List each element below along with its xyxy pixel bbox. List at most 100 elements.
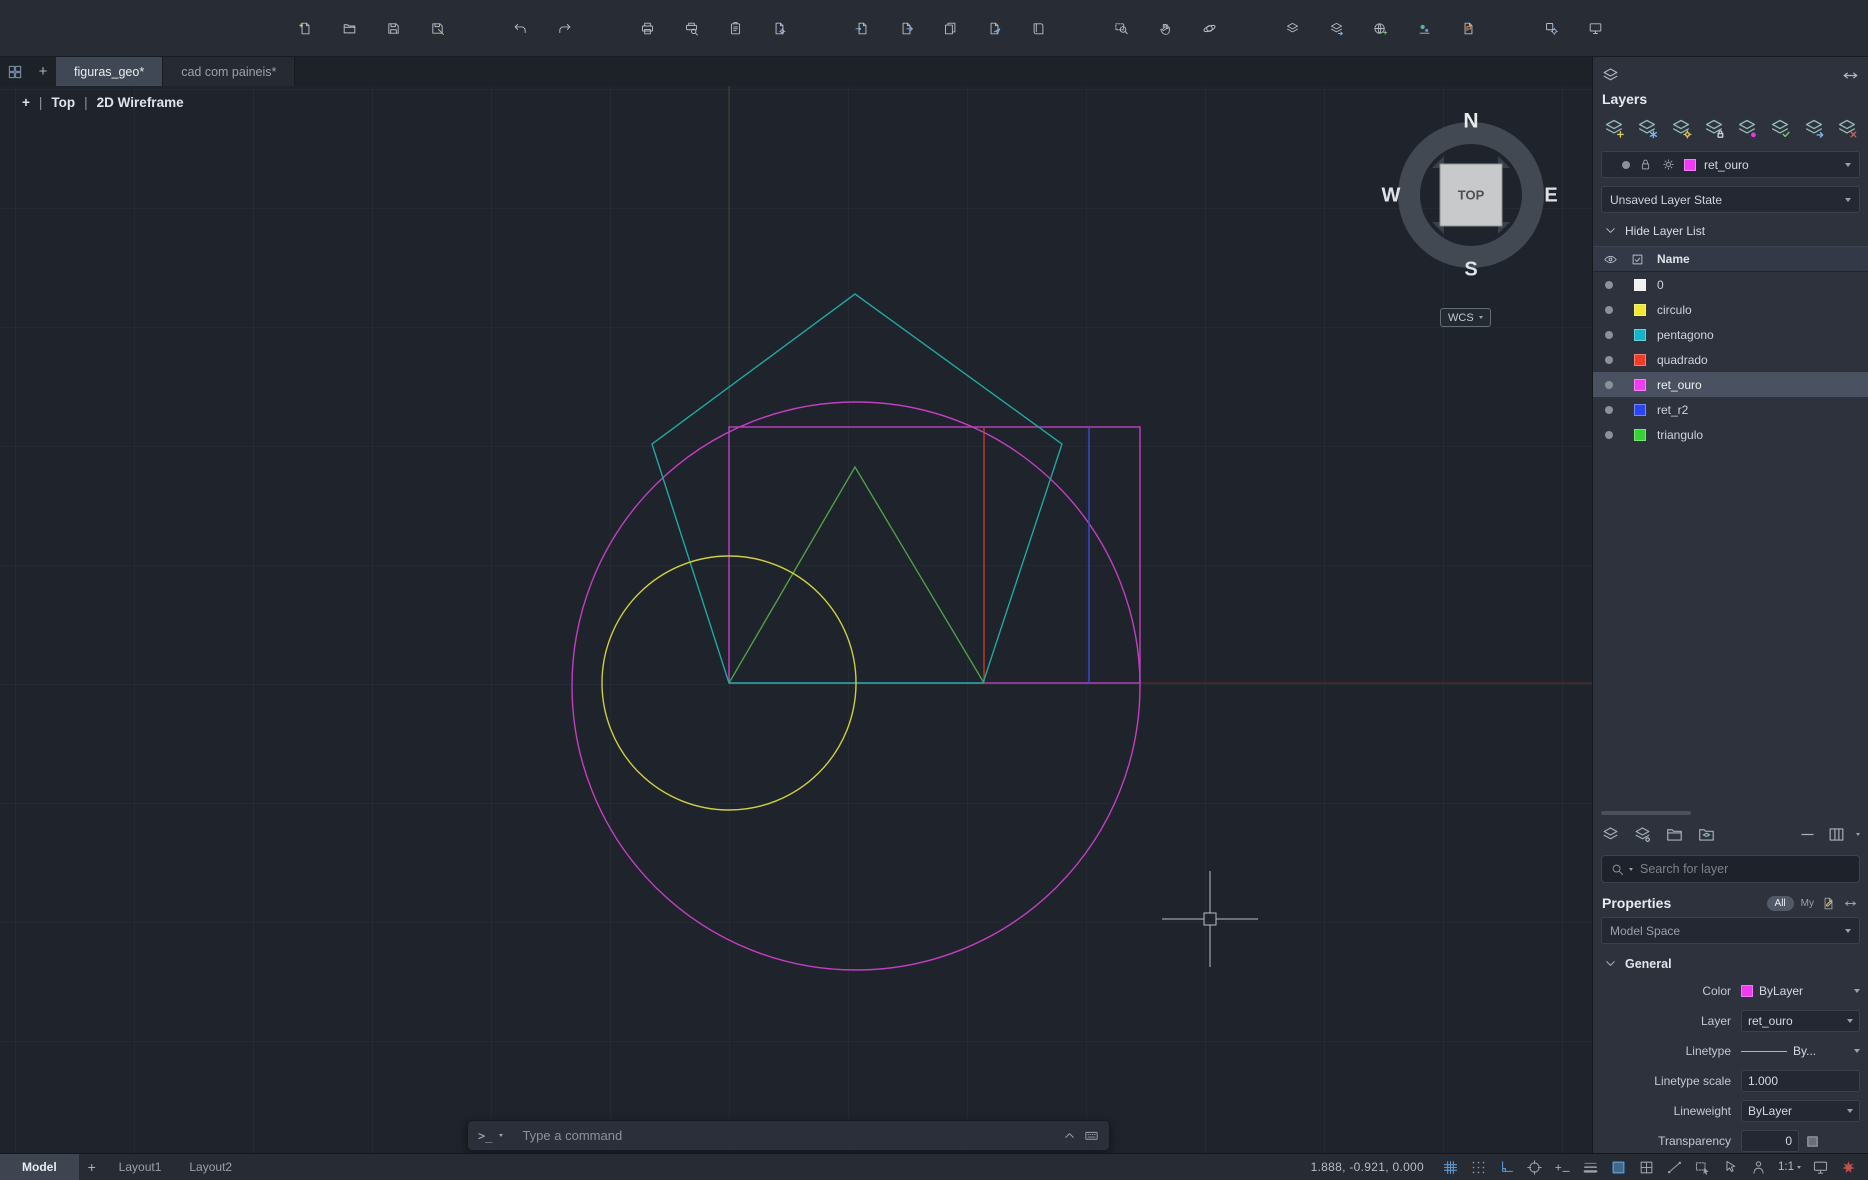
current-layer-row[interactable]: ret_ouro [1601, 151, 1860, 178]
layer-visibility-toggle[interactable] [1605, 356, 1613, 364]
layer-translator-button[interactable] [1323, 15, 1350, 42]
workspace-switching-icon[interactable] [1809, 1156, 1832, 1179]
prop-value-layer[interactable]: ret_ouro [1741, 1009, 1860, 1033]
prop-value-lineweight[interactable]: ByLayer [1741, 1099, 1860, 1123]
layer-visibility-toggle[interactable] [1605, 381, 1613, 389]
add-layout-button[interactable]: + [79, 1154, 105, 1180]
save-as-button[interactable] [424, 15, 451, 42]
layer-color-swatch[interactable] [1634, 379, 1646, 391]
new-drawing-tab-button[interactable]: + [30, 57, 56, 86]
redo-button[interactable] [551, 15, 578, 42]
layer-row-pentagono[interactable]: pentagono [1593, 322, 1868, 347]
orbit-button[interactable] [1196, 15, 1223, 42]
layer-visibility-toggle[interactable] [1605, 331, 1613, 339]
performance-monitor-icon[interactable] [1837, 1156, 1860, 1179]
page-setup-button[interactable] [766, 15, 793, 42]
selection-cycling-icon[interactable] [1691, 1156, 1714, 1179]
sheet-set-manager-button[interactable] [1025, 15, 1052, 42]
viewport-menu-button[interactable]: + [22, 95, 30, 110]
open-layer-group-icon[interactable] [1665, 825, 1684, 844]
layer-freeze-icon[interactable] [1634, 115, 1660, 141]
tab-figuras-geo-[interactable]: figuras_geo* [56, 57, 163, 86]
snap-mode-icon[interactable] [1467, 1156, 1490, 1179]
layer-match-icon[interactable] [1767, 115, 1793, 141]
plot-preview-button[interactable] [678, 15, 705, 42]
layer-color-swatch[interactable] [1634, 279, 1646, 291]
lineweight-display-icon[interactable] [1579, 1156, 1602, 1179]
layer-search-field[interactable]: Search for layer [1601, 855, 1860, 883]
select-all-layers-icon[interactable] [1630, 252, 1645, 267]
wcs-dropdown[interactable]: WCS [1440, 308, 1491, 327]
open-file-button[interactable] [336, 15, 363, 42]
reference-manager-button[interactable] [1582, 15, 1609, 42]
object-snap-icon[interactable] [1635, 1156, 1658, 1179]
pentagon-pentagono[interactable] [652, 294, 1062, 683]
tab-model[interactable]: Model [0, 1154, 79, 1180]
tab-layout2[interactable]: Layout2 [175, 1154, 246, 1180]
layer-on-off-icon[interactable] [1668, 115, 1694, 141]
layer-row-ret-r2[interactable]: ret_r2 [1593, 397, 1868, 422]
hide-layer-list-toggle[interactable]: Hide Layer List [1603, 223, 1868, 238]
layer-visibility-toggle[interactable] [1605, 281, 1613, 289]
transparency-display-icon[interactable] [1607, 1156, 1630, 1179]
layer-color-swatch[interactable] [1634, 304, 1646, 316]
save-button[interactable] [380, 15, 407, 42]
remove-icon[interactable] [1798, 825, 1817, 844]
tab-cad-com-paineis-[interactable]: cad com paineis* [163, 57, 295, 86]
layer-color-icon[interactable] [1734, 115, 1760, 141]
command-keyboard-icon[interactable] [1084, 1128, 1099, 1143]
annotation-visibility-icon[interactable] [1747, 1156, 1770, 1179]
web-and-mobile-button[interactable] [1367, 15, 1394, 42]
lineweight-dropdown[interactable]: ByLayer [1741, 1100, 1860, 1122]
import-button[interactable] [849, 15, 876, 42]
tab-layout1[interactable]: Layout1 [105, 1154, 176, 1180]
linetype-scale-input[interactable]: 1.000 [1741, 1070, 1860, 1092]
eye-icon[interactable] [1603, 252, 1618, 267]
layers-panel-icon[interactable] [1601, 66, 1620, 85]
layer-visibility-toggle[interactable] [1605, 431, 1613, 439]
layer-color-swatch[interactable] [1634, 354, 1646, 366]
panel-splitter-icon[interactable] [1843, 896, 1858, 911]
layer-name-column-header[interactable]: Name [1657, 252, 1690, 266]
tab-overview-icon[interactable] [0, 57, 30, 86]
layer-walk-icon[interactable] [1801, 115, 1827, 141]
layer-row-circulo[interactable]: circulo [1593, 297, 1868, 322]
annotation-scale-dropdown[interactable]: 1:1 [1775, 1161, 1804, 1173]
transparency-icon[interactable] [1805, 1134, 1820, 1149]
copy-clipboard-button[interactable] [722, 15, 749, 42]
prop-value-color[interactable]: ByLayer [1741, 979, 1860, 1003]
panel-resize-icon[interactable] [1841, 66, 1860, 85]
plot-button[interactable] [634, 15, 661, 42]
grid-display-icon[interactable] [1439, 1156, 1462, 1179]
layer-new-icon[interactable] [1601, 115, 1627, 141]
layer-row-0[interactable]: 0 [1593, 272, 1868, 297]
properties-filter-my-button[interactable]: My [1801, 898, 1814, 909]
ortho-mode-icon[interactable] [1495, 1156, 1518, 1179]
undo-button[interactable] [507, 15, 534, 42]
publish-button[interactable] [937, 15, 964, 42]
command-input[interactable]: Type a command [522, 1128, 1055, 1143]
general-section-toggle[interactable]: General [1603, 956, 1868, 971]
model-space-canvas[interactable]: + | Top | 2D Wireframe N W E S TOP WCS >… [0, 86, 1592, 1153]
quick-select-icon[interactable] [1821, 896, 1836, 911]
layer-row-triangulo[interactable]: triangulo [1593, 422, 1868, 447]
transparency-input[interactable]: 0 [1741, 1130, 1799, 1152]
layer-row-ret-ouro[interactable]: ret_ouro [1593, 372, 1868, 397]
new-file-button[interactable] [292, 15, 319, 42]
layer-lock-icon[interactable] [1701, 115, 1727, 141]
prop-value-transparency[interactable]: 0 [1741, 1129, 1860, 1153]
columns-icon[interactable] [1827, 825, 1846, 844]
viewport-visual-style-button[interactable]: 2D Wireframe [97, 95, 184, 110]
polar-tracking-icon[interactable] [1523, 1156, 1546, 1179]
linetype-display-icon[interactable] [1663, 1156, 1686, 1179]
triangle-triangulo[interactable] [729, 467, 984, 683]
layer-color-swatch[interactable] [1634, 429, 1646, 441]
geolocation-button[interactable] [1411, 15, 1438, 42]
layer-properties-button[interactable] [1279, 15, 1306, 42]
command-expand-icon[interactable] [1062, 1128, 1077, 1143]
zoom-window-button[interactable] [1108, 15, 1135, 42]
layer-state-dropdown[interactable]: Unsaved Layer State [1601, 186, 1860, 213]
layer-visibility-toggle[interactable] [1605, 406, 1613, 414]
layer-color-swatch[interactable] [1634, 329, 1646, 341]
viewport-view-button[interactable]: Top [51, 95, 75, 110]
